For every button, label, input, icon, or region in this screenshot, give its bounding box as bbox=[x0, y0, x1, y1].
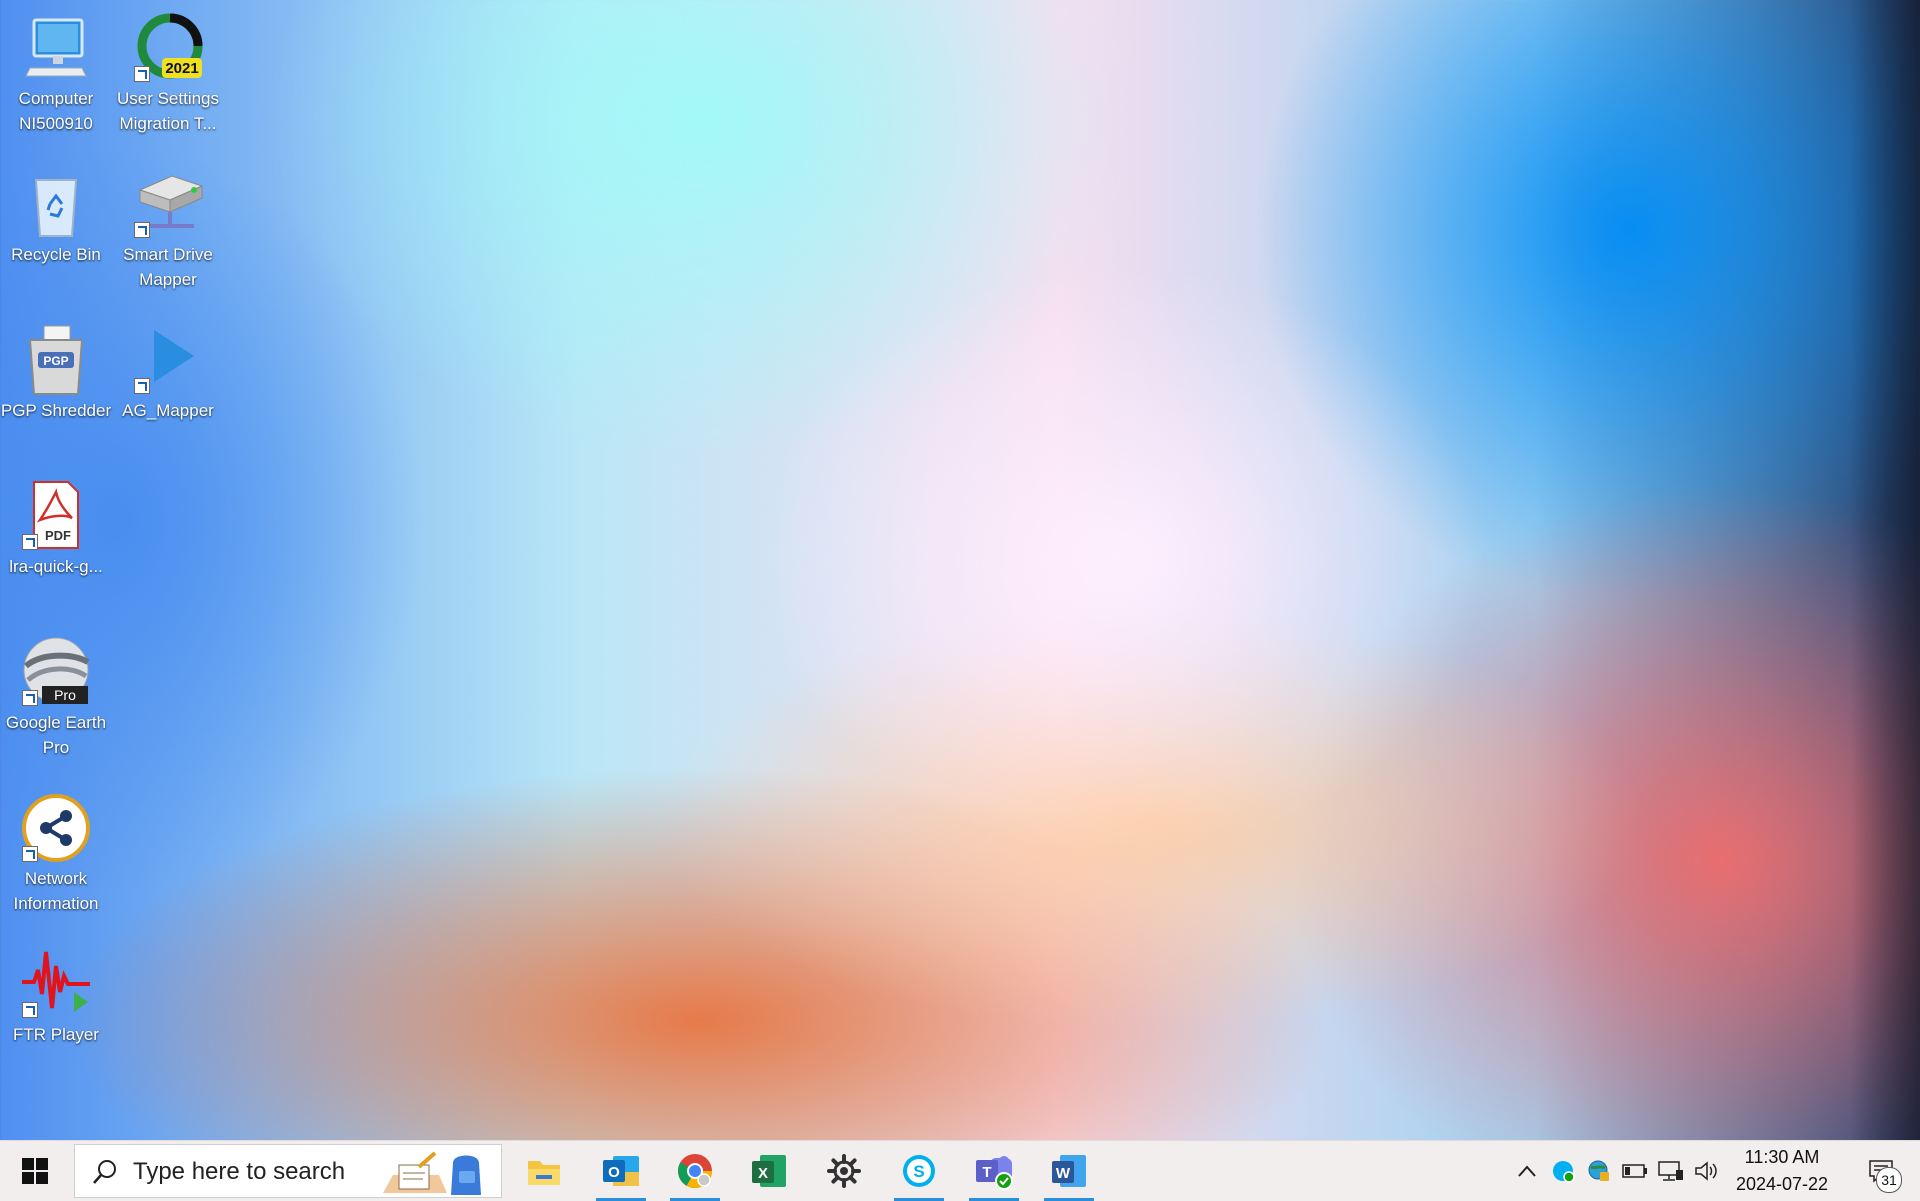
svg-text:S: S bbox=[913, 1162, 924, 1181]
taskbar-excel[interactable]: X bbox=[738, 1141, 800, 1201]
chrome-icon bbox=[678, 1154, 712, 1188]
share-network-icon bbox=[20, 792, 92, 864]
desktop-icon-google-earth-pro[interactable]: Pro Google Earth Pro bbox=[0, 630, 112, 780]
computer-icon bbox=[20, 12, 92, 84]
taskbar-clock[interactable]: 11:30 AM 2024-07-22 bbox=[1726, 1144, 1838, 1198]
taskbar-teams[interactable]: T bbox=[963, 1141, 1025, 1201]
taskbar-chrome[interactable] bbox=[664, 1141, 726, 1201]
word-icon: W bbox=[1052, 1155, 1086, 1187]
ftr-waveform-icon bbox=[20, 948, 92, 1020]
migration-2021-icon: 2021 bbox=[132, 12, 204, 84]
svg-text:PDF: PDF bbox=[45, 528, 71, 543]
outlook-icon: O bbox=[603, 1156, 639, 1186]
shredder-icon: PGP bbox=[20, 324, 92, 396]
tray-vpn[interactable] bbox=[1582, 1141, 1616, 1201]
svg-text:W: W bbox=[1056, 1165, 1071, 1182]
speaker-icon bbox=[1695, 1161, 1717, 1181]
svg-text:O: O bbox=[608, 1164, 620, 1181]
globe-lock-icon bbox=[1588, 1160, 1609, 1181]
skype-tray-icon bbox=[1553, 1161, 1575, 1183]
recycle-bin-icon bbox=[20, 168, 92, 240]
desktop-icon-label: PGP Shredder bbox=[0, 401, 112, 420]
svg-text:T: T bbox=[982, 1164, 991, 1181]
desktop-icon-user-settings-migration[interactable]: 2021 User Settings Migration T... bbox=[112, 6, 224, 156]
play-arrow-icon bbox=[132, 324, 204, 396]
svg-text:Pro: Pro bbox=[54, 687, 76, 703]
taskbar-skype[interactable]: S bbox=[888, 1141, 950, 1201]
start-button[interactable] bbox=[0, 1141, 70, 1201]
folder-icon bbox=[528, 1161, 560, 1185]
desktop-icon-label: FTR Player bbox=[13, 1025, 99, 1044]
shortcut-arrow-icon bbox=[134, 378, 150, 394]
shortcut-arrow-icon bbox=[22, 846, 38, 862]
skype-icon: S bbox=[903, 1155, 935, 1187]
desktop-icon-label: lra-quick-g... bbox=[9, 557, 103, 576]
desktop-icon-ag-mapper[interactable]: AG_Mapper bbox=[112, 318, 224, 468]
search-icon bbox=[93, 1160, 116, 1184]
taskbar-settings[interactable] bbox=[813, 1141, 875, 1201]
desktop-icon-smart-drive-mapper[interactable]: Smart Drive Mapper bbox=[112, 162, 224, 312]
google-earth-icon: Pro bbox=[20, 636, 92, 708]
desktop-icon-label: Network Information bbox=[13, 869, 99, 913]
taskbar-search-box[interactable] bbox=[74, 1144, 502, 1198]
desktop-icon-label: Recycle Bin bbox=[11, 245, 101, 264]
taskbar-outlook[interactable]: O bbox=[590, 1141, 652, 1201]
desktop-icon-label: Smart Drive Mapper bbox=[123, 245, 213, 289]
desktop-icon-label: Computer NI500910 bbox=[18, 89, 94, 133]
notification-count-badge: 31 bbox=[1876, 1167, 1902, 1193]
excel-icon: X bbox=[752, 1155, 786, 1187]
desktop-icon-label: User Settings Migration T... bbox=[116, 89, 220, 133]
shortcut-arrow-icon bbox=[22, 1002, 38, 1018]
tray-skype[interactable] bbox=[1546, 1141, 1580, 1201]
pdf-file-icon: PDF bbox=[20, 480, 92, 552]
clock-time: 11:30 AM bbox=[1744, 1147, 1820, 1167]
desktop-icon-label: Google Earth Pro bbox=[5, 713, 107, 757]
windows-logo-icon bbox=[22, 1158, 48, 1184]
taskbar-word[interactable]: W bbox=[1038, 1141, 1100, 1201]
teams-icon: T bbox=[976, 1156, 1013, 1190]
shortcut-arrow-icon bbox=[22, 690, 38, 706]
desktop-icon-network-information[interactable]: Network Information bbox=[0, 786, 112, 936]
chevron-up-icon bbox=[1518, 1165, 1536, 1177]
clock-date: 2024-07-22 bbox=[1735, 1174, 1829, 1194]
lock-overlay-icon bbox=[22, 534, 38, 550]
svg-text:PGP: PGP bbox=[43, 354, 68, 368]
search-highlight-illustration-icon bbox=[383, 1151, 481, 1195]
wallpaper-edge-shade bbox=[1850, 0, 1920, 1140]
desktop-icon-computer[interactable]: Computer NI500910 bbox=[0, 6, 112, 156]
network-drive-icon bbox=[132, 168, 204, 240]
network-wired-icon bbox=[1658, 1161, 1683, 1181]
tray-volume[interactable] bbox=[1690, 1141, 1724, 1201]
desktop-icon-pgp-shredder[interactable]: PGP PGP Shredder bbox=[0, 318, 112, 468]
action-center-button[interactable]: 31 bbox=[1848, 1141, 1914, 1201]
desktop-icon-lra-quick-guide[interactable]: PDF lra-quick-g... bbox=[0, 474, 112, 624]
desktop-icon-label: AG_Mapper bbox=[122, 401, 214, 420]
tray-battery[interactable] bbox=[1618, 1141, 1652, 1201]
taskbar-file-explorer[interactable] bbox=[513, 1141, 575, 1201]
shortcut-arrow-icon bbox=[134, 66, 150, 82]
taskbar: O X bbox=[0, 1140, 1920, 1201]
shortcut-arrow-icon bbox=[134, 222, 150, 238]
svg-text:2021: 2021 bbox=[165, 60, 198, 77]
show-hidden-icons-button[interactable] bbox=[1510, 1141, 1544, 1201]
tray-network[interactable] bbox=[1654, 1141, 1688, 1201]
svg-text:X: X bbox=[758, 1165, 768, 1182]
desktop-icon-ftr-player[interactable]: FTR Player bbox=[0, 942, 112, 1092]
battery-icon bbox=[1622, 1164, 1647, 1178]
desktop-icon-recycle-bin[interactable]: Recycle Bin bbox=[0, 162, 112, 312]
gear-icon bbox=[827, 1154, 861, 1188]
